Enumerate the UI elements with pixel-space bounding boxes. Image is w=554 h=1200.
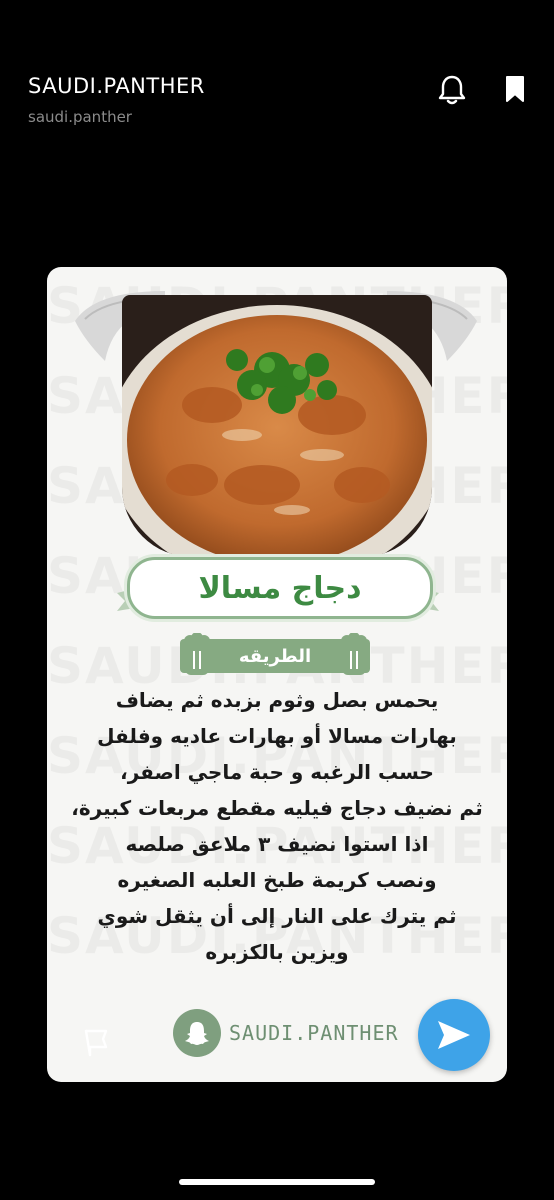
recipe-line: يحمس بصل وثوم بزبده ثم يضاف xyxy=(115,688,439,712)
recipe-line: ثم نضيف دجاج فيليه مقطع مربعات كبيرة، xyxy=(71,796,483,820)
account-name[interactable]: SAUDI.PANTHER xyxy=(28,74,205,98)
recipe-line: ويزين بالكزبره xyxy=(205,940,349,964)
dish-title-banner: دجاج مسالا xyxy=(127,557,433,619)
chicken-masala-photo xyxy=(122,295,432,557)
story-header: SAUDI.PANTHER saudi.panther xyxy=(0,0,554,140)
recipe-card: SAUDI.PANTHER SAUDI.PANTHER SAUDI.PANTHE… xyxy=(47,267,507,1082)
chef-hat-cutlery-icon xyxy=(184,633,210,675)
account-handle[interactable]: saudi.panther xyxy=(28,108,132,126)
send-button[interactable] xyxy=(418,999,490,1071)
home-indicator[interactable] xyxy=(179,1179,375,1185)
dish-title: دجاج مسالا xyxy=(198,570,362,606)
method-label: الطريقه xyxy=(238,645,312,667)
bookmark-icon[interactable] xyxy=(505,75,525,103)
brand-signature: SAUDI.PANTHER xyxy=(173,1009,399,1057)
chef-hat-cutlery-icon xyxy=(341,633,367,675)
flag-icon[interactable] xyxy=(81,1027,111,1057)
bell-icon[interactable] xyxy=(437,74,467,106)
recipe-line: بهارات مسالا أو بهارات عاديه وفلفل xyxy=(97,724,457,748)
send-arrow-icon xyxy=(438,1021,470,1049)
brand-text: SAUDI.PANTHER xyxy=(229,1021,399,1045)
recipe-line: اذا استوا نضيف ٣ ملاعق صلصه xyxy=(125,832,429,856)
recipe-instructions: يحمس بصل وثوم بزبده ثم يضاف بهارات مسالا… xyxy=(67,682,487,970)
snapchat-ghost-icon xyxy=(173,1009,221,1057)
recipe-line: حسب الرغبه و حبة ماجي اصفر، xyxy=(120,760,434,784)
recipe-line: ثم يترك على النار إلى أن يثقل شوي xyxy=(97,904,457,928)
recipe-line: ونصب كريمة طبخ العلبه الصغيره xyxy=(117,868,437,892)
